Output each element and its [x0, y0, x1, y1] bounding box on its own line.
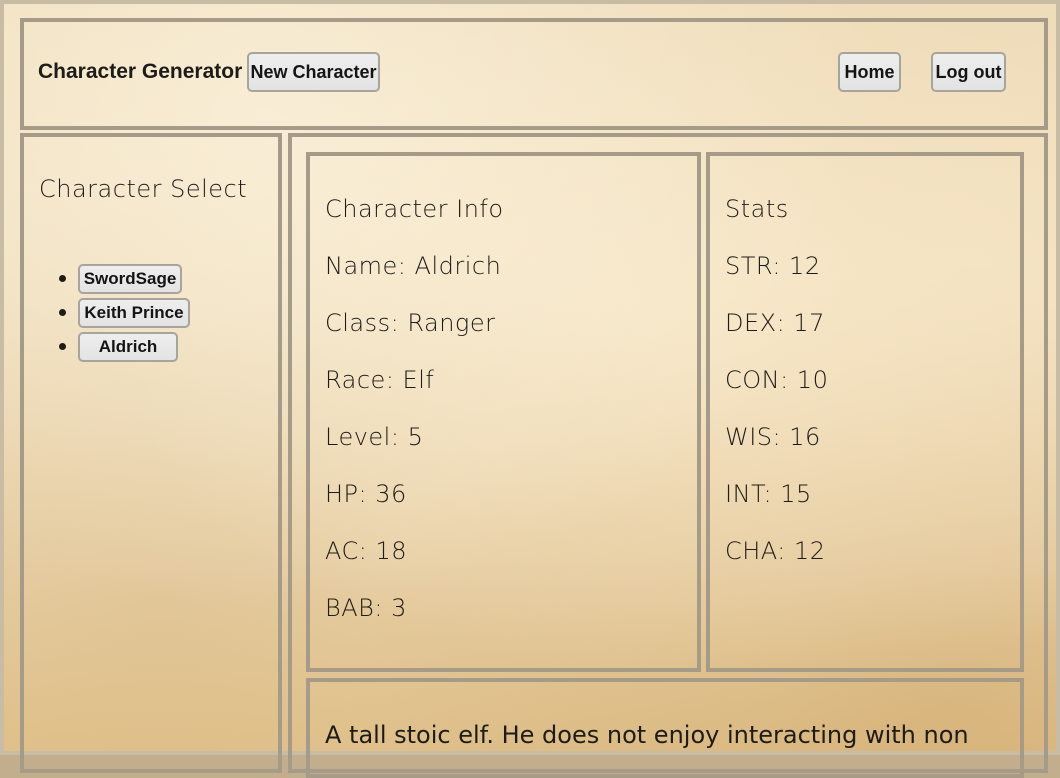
stat-con: CON: 10: [725, 366, 829, 394]
page-frame: Character Generator New Character Home L…: [0, 0, 1060, 778]
stat-wis: WIS: 16: [725, 423, 821, 451]
new-character-button[interactable]: New Character: [247, 52, 380, 92]
character-class: Class: Ranger: [325, 309, 496, 337]
list-bullet: [59, 275, 66, 282]
character-level: Level: 5: [325, 423, 424, 451]
stat-int: INT: 15: [725, 480, 812, 508]
character-race: Race: Elf: [325, 366, 435, 394]
character-select-panel: [20, 133, 282, 773]
stat-dex: DEX: 17: [725, 309, 825, 337]
home-button[interactable]: Home: [838, 52, 901, 92]
character-button-keith-prince[interactable]: Keith Prince: [78, 298, 190, 328]
list-bullet: [59, 309, 66, 316]
character-select-heading: Character Select: [39, 175, 248, 203]
logout-button[interactable]: Log out: [931, 52, 1006, 92]
stats-heading: Stats: [725, 195, 789, 223]
character-ac: AC: 18: [325, 537, 408, 565]
list-bullet: [59, 343, 66, 350]
stats-panel: [706, 152, 1024, 672]
character-description: A tall stoic elf. He does not enjoy inte…: [325, 721, 969, 749]
character-button-swordsage[interactable]: SwordSage: [78, 264, 182, 294]
stat-cha: CHA: 12: [725, 537, 826, 565]
stat-str: STR: 12: [725, 252, 821, 280]
character-name: Name: Aldrich: [325, 252, 502, 280]
character-bab: BAB: 3: [325, 594, 407, 622]
app-title: Character Generator: [38, 60, 243, 83]
character-button-aldrich[interactable]: Aldrich: [78, 332, 178, 362]
character-hp: HP: 36: [325, 480, 407, 508]
character-info-heading: Character Info: [325, 195, 504, 223]
